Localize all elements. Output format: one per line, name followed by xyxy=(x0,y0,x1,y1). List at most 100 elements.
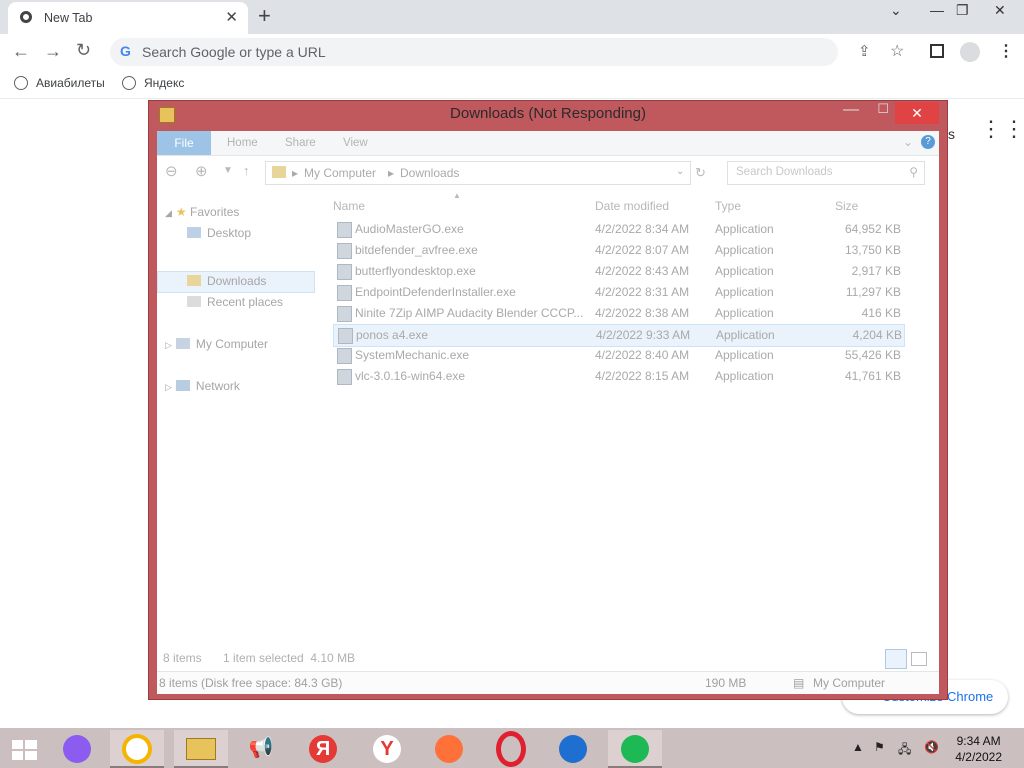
breadcrumb-my-computer[interactable]: My Computer xyxy=(304,166,376,180)
file-explorer-taskbar-icon[interactable] xyxy=(174,730,228,768)
minimize-button[interactable]: — xyxy=(930,2,944,18)
file-name: butterflyondesktop.exe xyxy=(355,264,476,278)
profile-avatar-icon[interactable] xyxy=(960,42,980,62)
application-icon xyxy=(337,285,352,301)
file-row[interactable]: AudioMasterGO.exe 4/2/2022 8:34 AM Applica… xyxy=(333,219,903,240)
file-row[interactable]: EndpointDefenderInstaller.exe 4/2/2022 8:… xyxy=(333,282,903,303)
file-row[interactable]: vlc-3.0.16-win64.exe 4/2/2022 8:15 AM Appl… xyxy=(333,366,903,387)
nav-network[interactable]: ▷ Network xyxy=(165,379,240,393)
firefox-icon[interactable] xyxy=(422,730,476,766)
column-header-date-modified[interactable]: Date modified xyxy=(595,199,669,213)
close-window-button[interactable]: ✕ xyxy=(994,2,1006,19)
nav-desktop[interactable]: Desktop xyxy=(187,226,251,240)
search-downloads-input[interactable]: Search Downloads ⚲ xyxy=(727,161,925,185)
ribbon-expand-icon[interactable]: ⌄ xyxy=(903,135,913,149)
up-arrow-icon[interactable]: ↑ xyxy=(243,163,250,178)
file-date: 4/2/2022 8:31 AM xyxy=(595,285,690,299)
file-size: 13,750 KB xyxy=(844,243,901,257)
file-size: 11,297 KB xyxy=(845,285,901,299)
file-row[interactable]: ponos a4.exe 4/2/2022 9:33 AM Application 4… xyxy=(333,324,905,347)
navigation-pane: ◢ ★ Favorites Desktop Downloads Recent pl… xyxy=(157,199,327,659)
bookmark-aviabilety[interactable]: Авиабилеты xyxy=(14,76,105,90)
downloads-folder-icon xyxy=(187,275,201,286)
yandex-app-icon[interactable]: Я xyxy=(296,730,350,766)
images-link-partial[interactable]: s xyxy=(948,126,955,142)
new-tab-button[interactable]: + xyxy=(258,3,271,29)
alice-app-icon[interactable] xyxy=(50,730,104,766)
back-arrow-icon[interactable]: ⊖ xyxy=(165,162,178,180)
taskbar-clock[interactable]: 9:34 AM 4/2/2022 xyxy=(955,733,1002,765)
start-button[interactable] xyxy=(0,730,54,766)
address-dropdown-icon[interactable]: ⌄ xyxy=(676,166,684,177)
large-icons-view-icon[interactable] xyxy=(911,652,927,666)
refresh-icon[interactable]: ↻ xyxy=(695,165,706,181)
bookmark-yandex[interactable]: Яндекс xyxy=(122,76,184,90)
ribbon-tab-file[interactable]: File xyxy=(157,131,211,155)
back-arrow-icon[interactable]: ← xyxy=(12,41,30,62)
explorer-close-button[interactable]: ✕ xyxy=(895,102,939,124)
column-header-size[interactable]: Size xyxy=(835,199,858,213)
bookmark-star-icon[interactable]: ☆ xyxy=(890,41,904,61)
file-size: 55,426 KB xyxy=(844,348,901,362)
clock-time: 9:34 AM xyxy=(956,734,1001,748)
google-apps-icon[interactable]: ⋮⋮⋮ xyxy=(980,118,1024,140)
details-view-icon[interactable] xyxy=(885,649,907,669)
show-hidden-icons-chevron-icon[interactable]: ▲ xyxy=(852,740,864,754)
column-header-type[interactable]: Type xyxy=(715,199,741,213)
explorer-maximize-button[interactable]: ☐ xyxy=(877,101,889,117)
application-icon xyxy=(337,306,352,322)
yandex-browser-icon[interactable]: Y xyxy=(360,730,414,766)
file-size: 2,917 KB xyxy=(851,264,901,278)
file-date: 4/2/2022 8:40 AM xyxy=(595,348,690,362)
address-box[interactable]: ▸ My Computer ▸ Downloads ⌄ xyxy=(265,161,691,185)
application-icon xyxy=(338,328,353,344)
file-type: Application xyxy=(715,222,774,236)
opera-icon[interactable] xyxy=(484,730,538,767)
restore-button[interactable]: ❐ xyxy=(956,2,969,19)
file-row[interactable]: butterflyondesktop.exe 4/2/2022 8:43 AM Ap… xyxy=(333,261,903,282)
file-type: Application xyxy=(715,369,774,383)
explorer-minimize-button[interactable]: — xyxy=(843,101,859,119)
ribbon-tab-share[interactable]: Share xyxy=(285,137,316,149)
file-row[interactable]: bitdefender_avfree.exe 4/2/2022 8:07 AM Ap… xyxy=(333,240,903,261)
breadcrumb-downloads[interactable]: Downloads xyxy=(400,166,459,180)
tab-new-tab[interactable]: New Tab ✕ xyxy=(8,2,248,34)
column-header-name[interactable]: Name xyxy=(333,199,365,213)
omnibox[interactable]: G Search Google or type a URL ⇪ ☆ xyxy=(110,38,904,66)
nav-label: Desktop xyxy=(207,226,252,240)
nav-recent-places[interactable]: Recent places xyxy=(187,295,283,309)
ribbon-tab-home[interactable]: Home xyxy=(227,137,258,149)
ribbon-tab-view[interactable]: View xyxy=(343,137,368,149)
google-g-icon: G xyxy=(120,43,131,59)
file-size: 41,761 KB xyxy=(844,369,901,383)
side-panel-icon[interactable] xyxy=(930,44,944,58)
disk-free-space: 8 items (Disk free space: 84.3 GB) xyxy=(159,676,343,690)
forward-arrow-icon[interactable]: → xyxy=(44,41,62,62)
help-icon[interactable]: ? xyxy=(921,135,935,149)
nav-downloads[interactable]: Downloads xyxy=(187,274,266,288)
thunderbird-icon[interactable] xyxy=(546,730,600,766)
close-tab-icon[interactable]: ✕ xyxy=(225,8,238,26)
tab-search-icon[interactable]: ⌄ xyxy=(890,2,902,19)
flag-notification-icon[interactable]: ⚑ xyxy=(874,740,885,754)
loudspeaker-app-icon[interactable]: 📢 xyxy=(234,730,288,766)
file-row[interactable]: SystemMechanic.exe 4/2/2022 8:40 AM Applic… xyxy=(333,345,903,366)
nav-favorites[interactable]: ◢ ★ Favorites xyxy=(165,205,239,219)
chrome-taskbar-icon[interactable] xyxy=(110,730,164,768)
file-row[interactable]: Ninite 7Zip AIMP Audacity Blender CCCP..… xyxy=(333,303,903,324)
search-icon: ⚲ xyxy=(909,165,918,179)
network-status-icon[interactable]: 🖧 xyxy=(898,740,911,761)
share-icon[interactable]: ⇪ xyxy=(858,42,871,60)
chrome-menu-icon[interactable]: ⋮ xyxy=(998,41,1014,61)
reload-icon[interactable]: ↻ xyxy=(76,40,91,61)
spotify-icon[interactable] xyxy=(608,730,662,768)
sort-indicator-icon: ▲ xyxy=(453,191,461,200)
globe-icon xyxy=(122,76,136,90)
recent-locations-icon[interactable]: ▼ xyxy=(223,165,233,176)
explorer-window: Downloads (Not Responding) — ☐ ✕ File Ho… xyxy=(148,100,948,700)
volume-muted-icon[interactable]: 🔇 xyxy=(924,740,939,754)
nav-my-computer[interactable]: ▷ My Computer xyxy=(165,337,268,351)
application-icon xyxy=(337,222,352,238)
forward-arrow-icon[interactable]: ⊕ xyxy=(195,162,208,180)
file-size: 4,204 KB xyxy=(852,328,902,342)
